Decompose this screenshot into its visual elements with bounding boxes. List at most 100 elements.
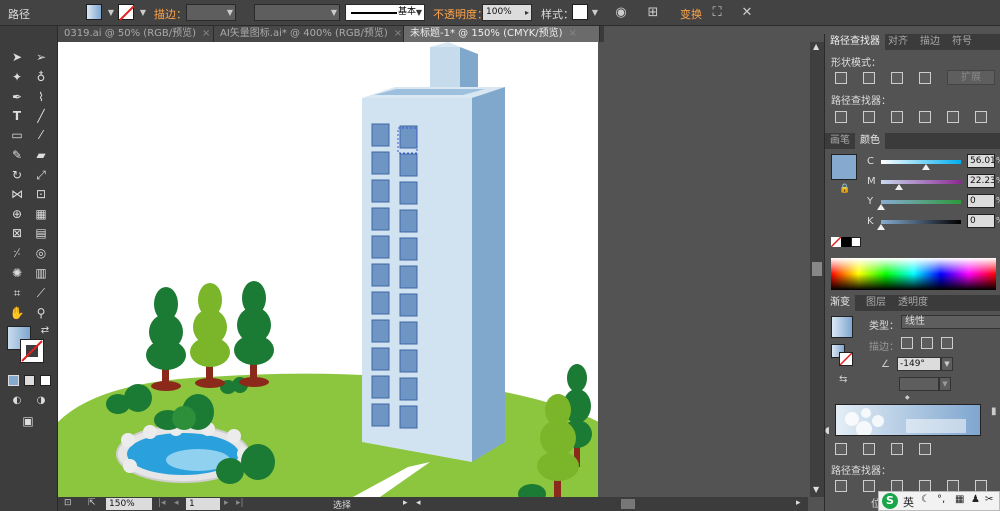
close-icon[interactable]: ×: [569, 28, 577, 39]
rectangle-tool-icon[interactable]: ▭: [7, 126, 27, 144]
hand-tool-icon[interactable]: ✋: [7, 304, 27, 322]
outline-icon[interactable]: [947, 111, 959, 123]
trim-icon[interactable]: [863, 480, 875, 492]
pencil-icon[interactable]: ✎: [7, 146, 27, 164]
trim-icon[interactable]: [863, 111, 875, 123]
sogou-logo[interactable]: S: [882, 493, 898, 509]
stroke-label[interactable]: 描边：: [154, 6, 187, 22]
magenta-slider[interactable]: [881, 180, 961, 184]
slider-handle[interactable]: [894, 184, 903, 190]
gradient-mode-icon[interactable]: [24, 375, 35, 386]
transform-link[interactable]: 变换: [680, 6, 702, 22]
blend-icon[interactable]: ◎: [31, 244, 51, 262]
expand-button[interactable]: 扩展: [947, 70, 995, 85]
slider-handle[interactable]: [877, 204, 885, 210]
black-swatch[interactable]: [841, 237, 851, 247]
color-fill-box[interactable]: [831, 154, 857, 180]
gradient-midpoint-icon[interactable]: ◆: [905, 394, 910, 401]
brush-style-dropdown[interactable]: 基本 ▼: [345, 4, 425, 21]
gradient-slider[interactable]: [835, 404, 981, 436]
width-tool-icon[interactable]: ⋈: [7, 185, 27, 203]
keyboard-icon[interactable]: ▦: [955, 494, 964, 505]
screen-mode-icon[interactable]: ▣: [18, 412, 38, 430]
tab-align[interactable]: 对齐: [883, 34, 913, 50]
fill-swatch[interactable]: [86, 4, 102, 20]
curvature-icon[interactable]: ⌇: [31, 88, 51, 106]
vertical-scrollbar[interactable]: ▲ ▼: [810, 42, 824, 497]
stroke-weight-field[interactable]: ▼: [186, 4, 236, 21]
unite-icon[interactable]: [835, 443, 847, 455]
tab-brushes[interactable]: 画笔: [825, 133, 855, 149]
lasso-icon[interactable]: ♁: [31, 68, 51, 86]
shape-builder-icon[interactable]: ⊕: [7, 205, 27, 223]
stroke-color-box[interactable]: [20, 339, 44, 363]
slider-handle[interactable]: [877, 224, 885, 230]
symbol-sprayer-icon[interactable]: ✺: [7, 264, 27, 282]
scroll-left-icon[interactable]: ◂: [416, 498, 421, 508]
aspect-ratio-field[interactable]: [899, 377, 939, 391]
artboard-tool-icon[interactable]: ⌗: [7, 284, 27, 302]
opacity-label[interactable]: 不透明度：: [433, 6, 488, 22]
document-tab[interactable]: 0319.ai @ 50% (RGB/预览) ×: [58, 26, 214, 42]
angle-field[interactable]: -149°: [897, 357, 941, 371]
chevron-down-icon[interactable]: ▼: [939, 377, 951, 391]
tools-icon[interactable]: ✂: [985, 494, 993, 505]
scroll-right-icon[interactable]: ▸: [796, 498, 801, 508]
close-icon[interactable]: ×: [202, 28, 210, 39]
unite-icon[interactable]: [835, 72, 847, 84]
stroke-swatch[interactable]: [118, 4, 135, 21]
eyedropper-icon[interactable]: ⸓: [7, 244, 27, 262]
color-spectrum[interactable]: [831, 258, 996, 290]
delete-stop-icon[interactable]: ▮: [991, 406, 997, 417]
color-mode-icon[interactable]: [8, 375, 19, 386]
chevron-down-icon[interactable]: ▼: [586, 4, 604, 22]
divide-icon[interactable]: [835, 111, 847, 123]
perspective-grid-icon[interactable]: ▦: [31, 205, 51, 223]
line-tool-icon[interactable]: ╱: [31, 107, 51, 125]
tab-gradient[interactable]: 渐变: [825, 295, 855, 311]
punctuation-icon[interactable]: °,: [937, 494, 945, 505]
magenta-value[interactable]: 22.23: [967, 174, 995, 188]
free-transform-icon[interactable]: ⊡: [31, 185, 51, 203]
intersect-icon[interactable]: [891, 72, 903, 84]
magic-wand-icon[interactable]: ✦: [7, 68, 27, 86]
tab-symbols[interactable]: 符号: [947, 34, 977, 50]
rotate-icon[interactable]: ↻: [7, 166, 27, 184]
type-tool-icon[interactable]: T: [7, 107, 27, 125]
divide-icon[interactable]: [835, 480, 847, 492]
pen-tool-icon[interactable]: ✒: [7, 88, 27, 106]
variable-width-dropdown[interactable]: ▼: [254, 4, 340, 21]
mesh-icon[interactable]: ⊠: [7, 224, 27, 242]
tab-layers[interactable]: 图层: [861, 295, 891, 311]
eraser-icon[interactable]: ▰: [31, 146, 51, 164]
opacity-field[interactable]: 100% ▸: [482, 4, 532, 21]
minus-front-icon[interactable]: [863, 72, 875, 84]
tab-transparency[interactable]: 透明度: [893, 295, 933, 311]
draw-normal-icon[interactable]: ◐: [7, 392, 27, 410]
prev-page-icon[interactable]: ◂: [174, 498, 179, 508]
user-icon[interactable]: ♟: [971, 494, 980, 505]
horizontal-scroll-thumb[interactable]: [621, 499, 635, 509]
first-page-icon[interactable]: |◂: [158, 498, 166, 508]
tab-stroke[interactable]: 描边: [915, 34, 945, 50]
gradient-preview-box[interactable]: [831, 316, 853, 338]
artboard[interactable]: [58, 42, 598, 497]
artboard-nav-icon[interactable]: ⇱: [88, 498, 96, 508]
reverse-gradient-icon[interactable]: ⇆: [839, 374, 847, 385]
intersect-icon[interactable]: [891, 443, 903, 455]
crop-icon[interactable]: [919, 111, 931, 123]
column-graph-icon[interactable]: ▥: [31, 264, 51, 282]
stroke-gradient-icon[interactable]: [921, 337, 933, 349]
tab-pathfinder[interactable]: 路径查找器: [825, 34, 885, 50]
status-icon[interactable]: ⊡: [64, 498, 72, 508]
vertical-scroll-thumb[interactable]: [812, 262, 822, 276]
zoom-field[interactable]: 150%: [106, 498, 152, 510]
slice-icon[interactable]: ⟋: [31, 284, 51, 302]
selection-tool-icon[interactable]: ➤: [7, 48, 27, 66]
page-field[interactable]: 1: [186, 498, 220, 510]
align-icon[interactable]: ⊞: [644, 4, 662, 22]
slider-handle[interactable]: [921, 164, 930, 170]
direct-selection-tool-icon[interactable]: ➢: [31, 48, 51, 66]
status-menu-icon[interactable]: ▸: [403, 498, 408, 508]
exclude-icon[interactable]: [919, 443, 931, 455]
